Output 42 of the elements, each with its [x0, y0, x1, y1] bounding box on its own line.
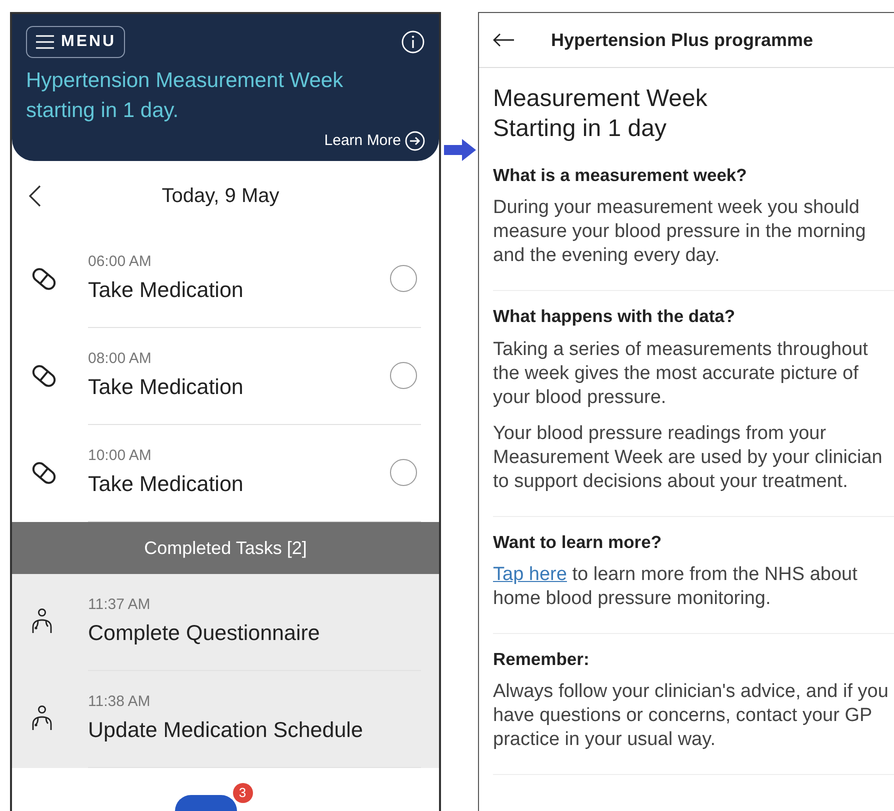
date-title: Today, 9 May [160, 184, 280, 208]
paragraph: Your blood pressure readings from your Measurement Week are used by your clinician to support decisions about your treatment. [493, 422, 884, 494]
page-heading: Measurement Week [493, 84, 708, 114]
task-checkbox[interactable] [390, 459, 417, 486]
paragraph: Taking a series of measurements throughout the week gives the most accurate picture of your blood pressure. [493, 338, 869, 410]
pill-icon [30, 459, 58, 487]
menu-button[interactable]: MENU [26, 26, 126, 58]
task-time: 11:38 AM [88, 692, 152, 712]
section-heading: Remember: [493, 648, 590, 671]
floating-action-button[interactable] [174, 795, 236, 811]
task-time: 11:37 AM [88, 595, 152, 616]
back-chevron-icon[interactable] [28, 184, 42, 208]
task-time: 10:00 AM [88, 446, 152, 466]
completed-tasks-header[interactable]: Completed Tasks [2] [12, 522, 439, 574]
paragraph: Always follow your clinician's advice, and if you have questions or concerns, contact your GP practice in your usual way. [493, 680, 890, 752]
paragraph: Tap here to learn more from the NHS about home blood pressure monitoring. [493, 562, 858, 611]
pill-icon [30, 265, 58, 293]
task-checkbox[interactable] [390, 362, 417, 389]
task-time: 08:00 AM [88, 349, 152, 370]
tap-here-link[interactable]: Tap here [493, 564, 567, 585]
learn-more-link[interactable]: Learn More [324, 130, 425, 152]
menu-icon [35, 34, 55, 50]
task-title[interactable]: Complete Questionnaire [88, 616, 320, 649]
banner-title: Hypertension Measurement Week starting in 1 day. [26, 68, 344, 124]
task-title[interactable]: Take Medication [88, 274, 244, 306]
task-title[interactable]: Update Medication Schedule [88, 714, 363, 746]
task-title[interactable]: Take Medication [88, 370, 244, 403]
screen-title: Hypertension Plus programme [551, 28, 814, 52]
paragraph: During your measurement week you should measure your blood pressure in the morning and the evening every day. [493, 196, 867, 268]
task-checkbox[interactable] [390, 265, 417, 292]
arrow-circle-icon [405, 131, 425, 152]
section-heading: What is a measurement week? [493, 164, 748, 187]
right-arrow-icon [444, 139, 476, 161]
back-arrow-icon[interactable] [493, 33, 515, 47]
section-heading: Want to learn more? [493, 530, 663, 554]
pill-icon [30, 362, 58, 390]
notification-badge: 3 [232, 783, 252, 803]
section-heading: What happens with the data? [493, 305, 736, 328]
task-title[interactable]: Take Medication [88, 468, 244, 500]
task-time: 06:00 AM [88, 252, 152, 272]
info-icon[interactable] [401, 30, 425, 54]
page-heading: Starting in 1 day [493, 114, 668, 144]
